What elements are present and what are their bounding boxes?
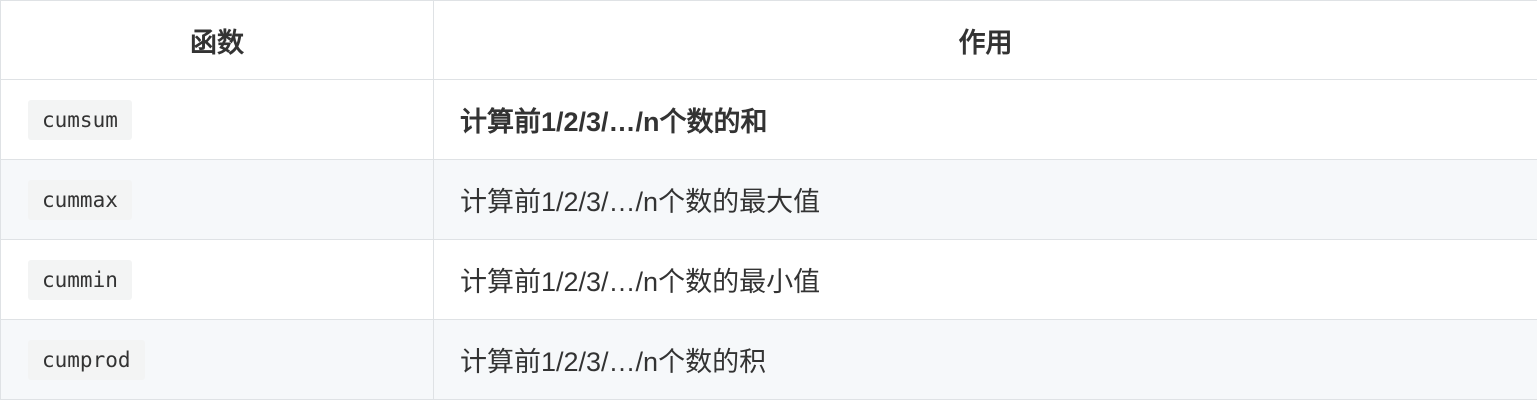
header-description: 作用 bbox=[433, 0, 1537, 80]
function-code: cummax bbox=[28, 179, 132, 220]
function-cell: cummin bbox=[0, 239, 434, 320]
function-code: cumsum bbox=[28, 99, 132, 140]
table-row: cumsum 计算前1/2/3/…/n个数的和 bbox=[0, 79, 1537, 160]
header-function: 函数 bbox=[0, 0, 434, 80]
function-table: 函数 作用 cumsum 计算前1/2/3/…/n个数的和 cummax 计算前… bbox=[0, 0, 1537, 400]
function-cell: cumsum bbox=[0, 79, 434, 160]
table-body: cumsum 计算前1/2/3/…/n个数的和 cummax 计算前1/2/3/… bbox=[0, 79, 1537, 400]
function-table-container: 函数 作用 cumsum 计算前1/2/3/…/n个数的和 cummax 计算前… bbox=[0, 0, 1537, 401]
table-row: cumprod 计算前1/2/3/…/n个数的积 bbox=[0, 319, 1537, 400]
function-cell: cumprod bbox=[0, 319, 434, 400]
table-row: cummin 计算前1/2/3/…/n个数的最小值 bbox=[0, 239, 1537, 320]
function-code: cumprod bbox=[28, 339, 145, 380]
table-row: cummax 计算前1/2/3/…/n个数的最大值 bbox=[0, 159, 1537, 240]
function-code: cummin bbox=[28, 259, 132, 300]
description-cell: 计算前1/2/3/…/n个数的最大值 bbox=[433, 159, 1537, 240]
description-cell: 计算前1/2/3/…/n个数的最小值 bbox=[433, 239, 1537, 320]
header-row: 函数 作用 bbox=[0, 0, 1537, 80]
function-cell: cummax bbox=[0, 159, 434, 240]
table-header: 函数 作用 bbox=[0, 0, 1537, 80]
description-cell: 计算前1/2/3/…/n个数的和 bbox=[433, 79, 1537, 160]
description-cell: 计算前1/2/3/…/n个数的积 bbox=[433, 319, 1537, 400]
